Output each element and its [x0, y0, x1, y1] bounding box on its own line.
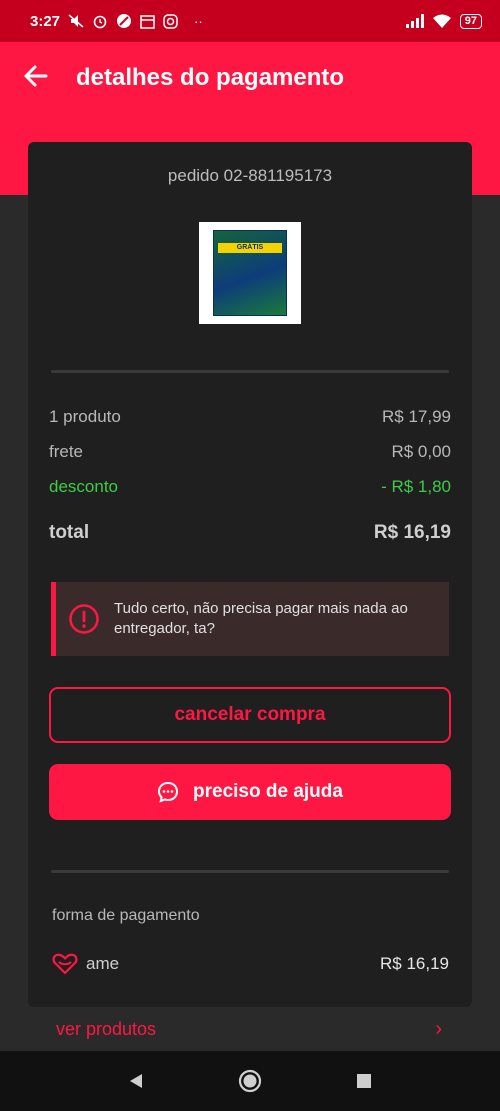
summary-value: - R$ 1,80: [381, 477, 451, 496]
summary-value: R$ 0,00: [391, 442, 451, 461]
summary-label: frete: [49, 442, 84, 461]
no-entry-icon: [117, 14, 132, 28]
nav-back-button[interactable]: [124, 1069, 148, 1093]
payment-method-row: ame R$ 16,19: [52, 952, 449, 976]
summary-value: R$ 17,99: [382, 407, 451, 426]
info-notice: Tudo certo, não precisa pagar mais nada …: [51, 582, 449, 656]
summary-row-total: total R$ 16,19: [49, 522, 451, 544]
more-notifications-icon: ··: [194, 13, 203, 29]
status-time: 3:27: [30, 12, 61, 30]
product-image[interactable]: GRÁTIS: [199, 222, 301, 324]
battery-icon: 97: [459, 13, 482, 29]
system-nav-bar: [0, 1051, 500, 1111]
summary-row-shipping: frete R$ 0,00: [49, 442, 451, 462]
cancel-order-button[interactable]: cancelar compra: [49, 687, 451, 743]
chat-bubble-icon: [158, 781, 179, 803]
view-products-label: ver produtos: [56, 1018, 157, 1039]
notice-text: Tudo certo, não precisa pagar mais nada …: [114, 600, 408, 637]
page-title: detalhes do pagamento: [76, 64, 345, 91]
chevron-right-icon: ›: [435, 1017, 442, 1040]
payment-section-label: forma de pagamento: [52, 907, 200, 924]
cancel-order-label: cancelar compra: [174, 704, 326, 725]
status-right-icons: 97: [405, 13, 482, 29]
home-circle-icon: [238, 1069, 262, 1093]
signal-icon: [405, 14, 424, 28]
back-triangle-icon: [130, 1074, 142, 1088]
ame-heart-icon: [52, 953, 78, 975]
mute-icon: [68, 14, 84, 28]
info-icon: [69, 604, 99, 634]
payment-details-card: pedido 02-881195173 GRÁTIS 1 produto R$ …: [28, 142, 472, 1007]
help-button[interactable]: preciso de ajuda: [49, 764, 451, 820]
total-label: total: [49, 522, 90, 543]
total-value: R$ 16,19: [373, 522, 451, 543]
summary-label: 1 produto: [49, 407, 121, 426]
recents-square-icon: [357, 1074, 371, 1088]
product-package: GRÁTIS: [213, 230, 287, 316]
summary-row-products: 1 produto R$ 17,99: [49, 407, 451, 427]
calendar-icon: [140, 14, 155, 29]
view-products-link[interactable]: ver produtos ›: [28, 1007, 472, 1051]
status-bar: 3:27 ·· 97: [0, 0, 500, 42]
alarm-icon: [93, 15, 107, 29]
instagram-icon: [163, 13, 178, 29]
status-notification-icons: ··: [68, 13, 203, 29]
summary-row-discount: desconto - R$ 1,80: [49, 477, 451, 497]
nav-home-button[interactable]: [238, 1069, 262, 1093]
payment-amount: R$ 16,19: [380, 954, 449, 973]
order-id: pedido 02-881195173: [167, 166, 333, 185]
nav-recents-button[interactable]: [352, 1069, 376, 1093]
divider: [51, 870, 449, 873]
wifi-icon: [432, 14, 451, 28]
help-label: preciso de ajuda: [193, 781, 343, 802]
divider: [51, 370, 449, 373]
product-badge: GRÁTIS: [218, 243, 282, 253]
back-arrow-icon[interactable]: [22, 62, 50, 90]
summary-label: desconto: [49, 477, 118, 496]
payment-method-name: ame: [86, 954, 120, 973]
